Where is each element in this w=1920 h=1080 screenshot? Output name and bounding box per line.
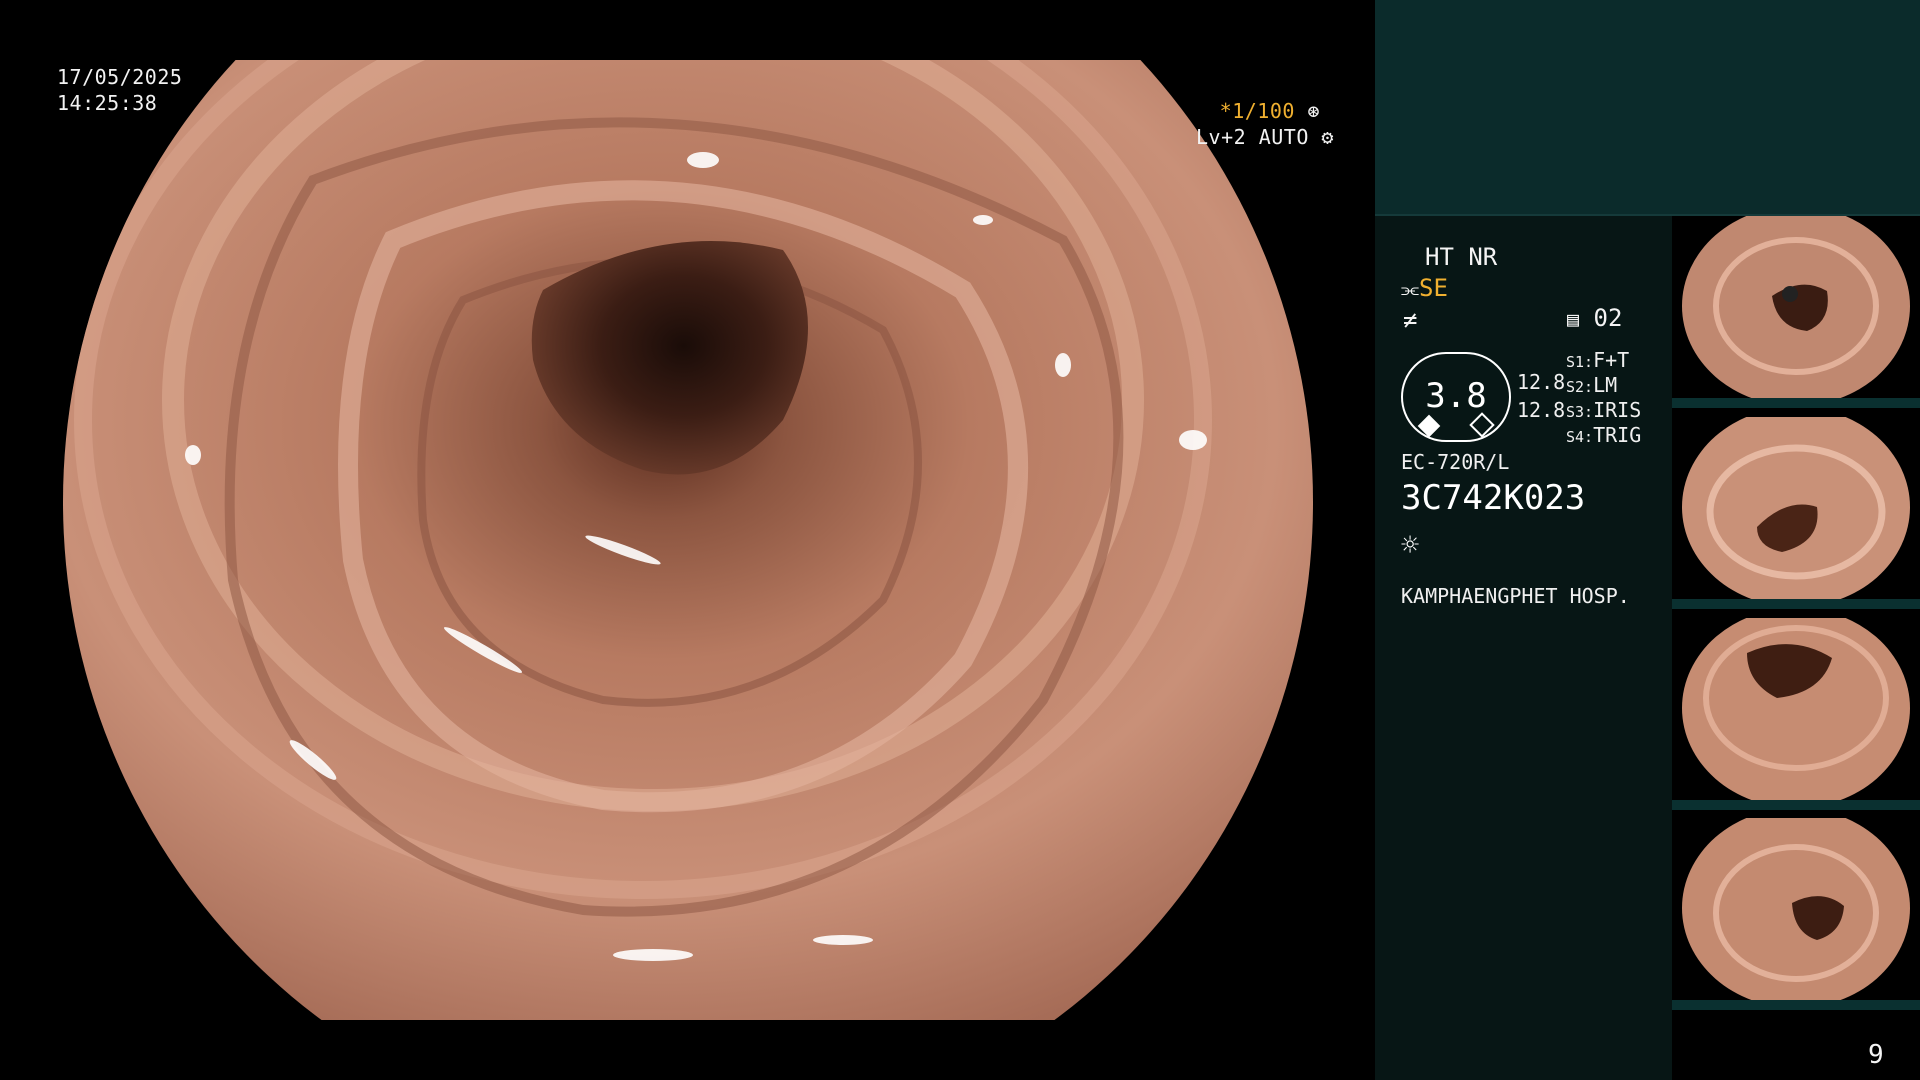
gauge-marker	[1417, 414, 1441, 438]
switch-value: F+T	[1593, 348, 1630, 372]
level-gauge: 3.8	[1401, 352, 1511, 442]
value-2: 12.8	[1517, 398, 1566, 422]
hospital-name: KAMPHAENGPHET HOSP.	[1401, 584, 1630, 608]
pump-icon: ⫘	[1401, 277, 1419, 301]
switch-key: S2:	[1566, 378, 1594, 396]
thumbnail-bar	[1672, 599, 1920, 609]
switch-key: S4:	[1566, 428, 1594, 446]
channel-label: 02	[1593, 304, 1623, 332]
gear-icon: ⚙	[1321, 125, 1334, 149]
switch-key: S3:	[1566, 403, 1594, 421]
date-label: 17/05/2025	[57, 65, 183, 89]
scope-model: EC-720R/L	[1401, 450, 1510, 474]
flash-icon: ≠	[1403, 306, 1418, 334]
switch-row: S1:F+T	[1566, 348, 1641, 373]
level-value: 3.8	[1425, 376, 1487, 416]
auto-level-indicator: Lv+2 AUTO ⚙	[1196, 124, 1333, 150]
page-number: 9	[1868, 1040, 1884, 1070]
switch-row: S4:TRIG	[1566, 423, 1641, 448]
thumbnail-2[interactable]	[1672, 417, 1920, 609]
memo-icon: ▤	[1567, 307, 1580, 331]
shutter-label: *1/100	[1219, 99, 1295, 123]
thumbnail-3[interactable]	[1672, 618, 1920, 810]
endoscope-main-view	[63, 60, 1313, 1020]
switch-value: TRIG	[1593, 423, 1642, 447]
value-1: 12.8	[1517, 370, 1566, 394]
thumbnail-bar	[1672, 1000, 1920, 1010]
thumbnail-bar	[1672, 398, 1920, 408]
time-label: 14:25:38	[57, 91, 158, 115]
switch-key: S1:	[1566, 353, 1594, 371]
shutter-indicator: *1/100 ⊛	[1196, 98, 1320, 124]
panel-header	[1375, 0, 1920, 216]
channel-indicator: ▤ 02	[1567, 303, 1622, 334]
aperture-icon: ⊛	[1307, 99, 1320, 123]
se-label: SE	[1419, 274, 1448, 302]
switch-row: S2:LM	[1566, 373, 1641, 398]
thumbnail-1[interactable]	[1672, 216, 1920, 408]
auto-level-label: Lv+2 AUTO	[1196, 125, 1309, 149]
scope-serial: 3C742K023	[1401, 478, 1586, 518]
gauge-marker-outline	[1469, 412, 1495, 438]
light-icon: ☼	[1401, 528, 1420, 563]
ht-nr-label: HT NR	[1425, 243, 1498, 271]
info-panel	[1375, 216, 1672, 1080]
se-indicator: ⫘SE	[1401, 273, 1448, 304]
switch-value: LM	[1593, 373, 1618, 397]
switch-list: S1:F+T S2:LM S3:IRIS S4:TRIG	[1566, 348, 1641, 448]
thumbnail-bar	[1672, 800, 1920, 810]
switch-value: IRIS	[1593, 398, 1642, 422]
switch-row: S3:IRIS	[1566, 398, 1641, 423]
thumbnail-4[interactable]	[1672, 818, 1920, 1010]
